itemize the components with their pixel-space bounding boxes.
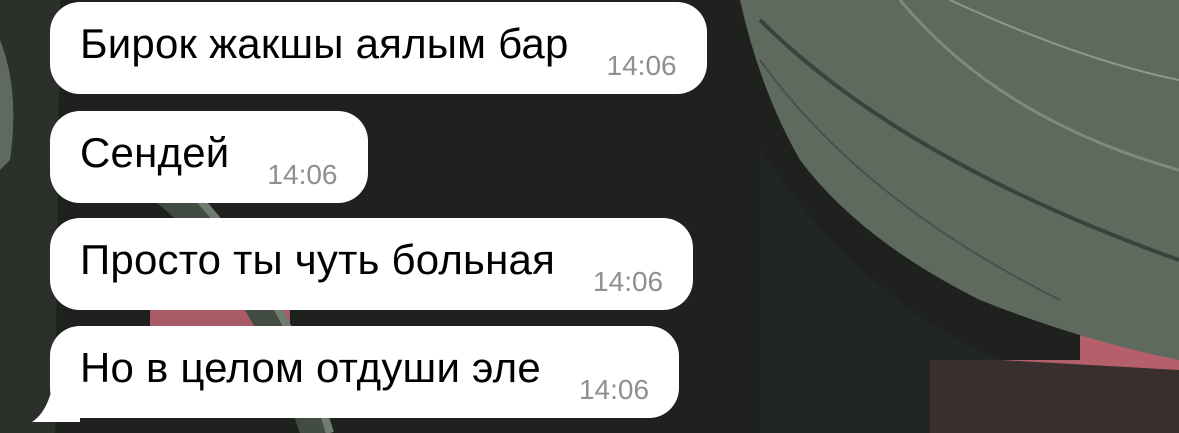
- message-list: Бирок жакшы аялым бар 14:06 Сендей 14:06…: [0, 0, 1179, 433]
- message-time: 14:06: [593, 266, 664, 297]
- message-text: Сендей: [80, 129, 230, 176]
- message-bubble[interactable]: Бирок жакшы аялым бар 14:06: [50, 2, 707, 94]
- message-time: 14:06: [578, 374, 650, 405]
- message-text: Бирок жакшы аялым бар: [80, 20, 569, 67]
- message-bubble[interactable]: Сендей 14:06: [50, 111, 368, 203]
- message-text: Но в целом отдуши эле: [80, 344, 541, 391]
- message-bubble[interactable]: Просто ты чуть больная 14:06: [50, 218, 694, 310]
- message-bubble[interactable]: Но в целом отдуши эле 14:06: [50, 326, 680, 418]
- message-time: 14:06: [267, 159, 338, 190]
- message-text: Просто ты чуть больная: [80, 236, 556, 283]
- message-time: 14:06: [606, 50, 677, 81]
